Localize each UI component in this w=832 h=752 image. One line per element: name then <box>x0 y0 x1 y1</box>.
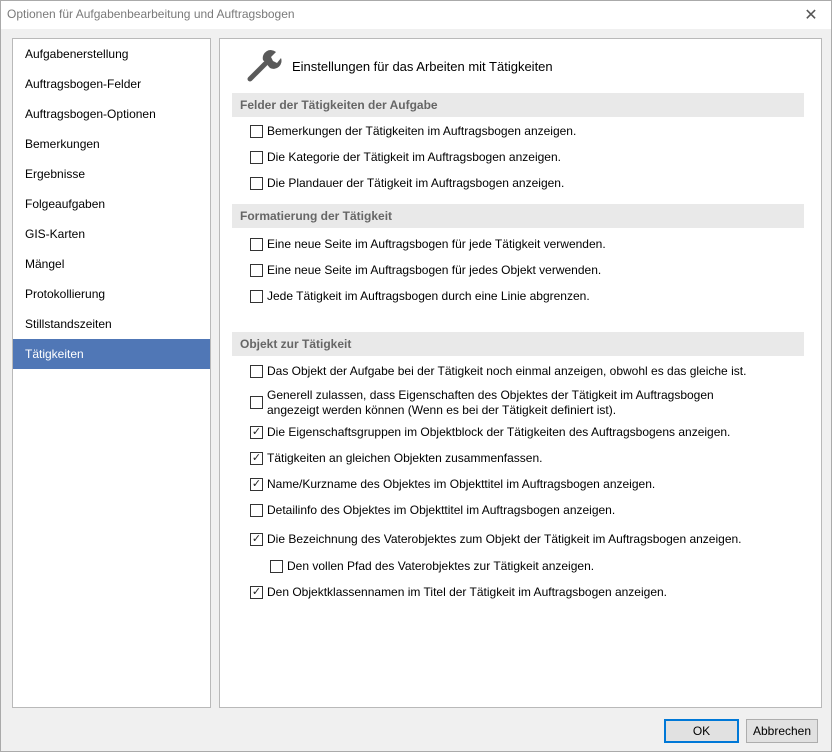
checkbox[interactable] <box>250 125 263 138</box>
sidebar-item-taetigkeiten[interactable]: Tätigkeiten <box>13 339 210 369</box>
option-vaterobjekt[interactable]: ✓ Die Bezeichnung des Vaterobjektes zum O… <box>250 532 742 547</box>
option-label: Bemerkungen der Tätigkeiten im Auftragsb… <box>267 124 577 138</box>
option-objekt-nochmal[interactable]: Das Objekt der Aufgabe bei der Tätigkeit… <box>250 364 746 379</box>
option-eigenschaften-zulassen[interactable]: Generell zulassen, dass Eigenschaften de… <box>250 388 727 418</box>
option-label: Name/Kurzname des Objektes im Objekttite… <box>267 477 656 491</box>
option-objektklassennamen[interactable]: ✓ Den Objektklassennamen im Titel der Tät… <box>250 585 667 600</box>
checkbox[interactable]: ✓ <box>250 478 263 491</box>
checkbox[interactable] <box>250 264 263 277</box>
close-icon[interactable]: ✕ <box>791 1 831 29</box>
section-header-felder: Felder der Tätigkeiten der Aufgabe <box>232 93 804 117</box>
sidebar-item-label: Auftragsbogen-Optionen <box>25 107 156 121</box>
section-header-formatierung: Formatierung der Tätigkeit <box>232 204 804 228</box>
checkbox[interactable]: ✓ <box>250 586 263 599</box>
sidebar-item-label: Protokollierung <box>25 287 106 301</box>
option-kategorie[interactable]: Die Kategorie der Tätigkeit im Auftragsb… <box>250 150 561 165</box>
sidebar-item-label: Bemerkungen <box>25 137 100 151</box>
sidebar-item-label: Mängel <box>25 257 65 271</box>
sidebar-item-label: Tätigkeiten <box>25 347 84 361</box>
sidebar-item-label: Aufgabenerstellung <box>25 47 129 61</box>
option-label: Die Eigenschaftsgruppen im Objektblock d… <box>267 425 731 439</box>
option-label: Tätigkeiten an gleichen Objekten zusamme… <box>267 451 543 465</box>
sidebar-item-label: Ergebnisse <box>25 167 86 181</box>
option-label: Detailinfo des Objektes im Objekttitel i… <box>267 503 616 517</box>
option-voller-pfad[interactable]: Den vollen Pfad des Vaterobjektes zur Tä… <box>270 559 594 574</box>
sidebar-item-stillstandszeiten[interactable]: Stillstandszeiten <box>13 309 210 339</box>
section-header-objekt: Objekt zur Tätigkeit <box>232 332 804 356</box>
cancel-button[interactable]: Abbrechen <box>746 719 818 743</box>
sidebar-item-folgeaufgaben[interactable]: Folgeaufgaben <box>13 189 210 219</box>
panel-header: Einstellungen für das Arbeiten mit Tätig… <box>246 49 553 83</box>
option-label: Die Plandauer der Tätigkeit im Auftragsb… <box>267 176 565 190</box>
sidebar-item-ergebnisse[interactable]: Ergebnisse <box>13 159 210 189</box>
checkbox[interactable]: ✓ <box>250 533 263 546</box>
sidebar-item-label: Folgeaufgaben <box>25 197 106 211</box>
checkbox[interactable] <box>250 504 263 517</box>
sidebar: Aufgabenerstellung Auftragsbogen-Felder … <box>12 38 211 708</box>
checkbox[interactable] <box>250 238 263 251</box>
sidebar-item-label: Auftragsbogen-Felder <box>25 77 142 91</box>
sidebar-item-gis-karten[interactable]: GIS-Karten <box>13 219 210 249</box>
sidebar-item-aufgabenerstellung[interactable]: Aufgabenerstellung <box>13 39 210 69</box>
settings-panel: Einstellungen für das Arbeiten mit Tätig… <box>219 38 822 708</box>
checkbox[interactable] <box>250 396 263 409</box>
panel-title: Einstellungen für das Arbeiten mit Tätig… <box>292 58 553 74</box>
sidebar-item-maengel[interactable]: Mängel <box>13 249 210 279</box>
option-plandauer[interactable]: Die Plandauer der Tätigkeit im Auftragsb… <box>250 176 564 191</box>
checkbox[interactable] <box>270 560 283 573</box>
option-detailinfo[interactable]: Detailinfo des Objektes im Objekttitel i… <box>250 503 615 518</box>
checkbox[interactable] <box>250 151 263 164</box>
checkbox[interactable] <box>250 290 263 303</box>
sidebar-item-auftragsbogen-felder[interactable]: Auftragsbogen-Felder <box>13 69 210 99</box>
checkbox[interactable]: ✓ <box>250 452 263 465</box>
option-name-kurzname[interactable]: ✓ Name/Kurzname des Objektes im Objekttit… <box>250 477 655 492</box>
option-label: Jede Tätigkeit im Auftragsbogen durch ei… <box>267 289 590 303</box>
checkbox[interactable] <box>250 177 263 190</box>
option-linie-abgrenzen[interactable]: Jede Tätigkeit im Auftragsbogen durch ei… <box>250 289 590 304</box>
sidebar-item-label: Stillstandszeiten <box>25 317 112 331</box>
window-title: Optionen für Aufgabenbearbeitung und Auf… <box>7 7 295 21</box>
option-label: Die Bezeichnung des Vaterobjektes zum Ob… <box>267 532 742 546</box>
sidebar-item-protokollierung[interactable]: Protokollierung <box>13 279 210 309</box>
checkbox[interactable] <box>250 365 263 378</box>
option-zusammenfassen[interactable]: ✓ Tätigkeiten an gleichen Objekten zusamm… <box>250 451 543 466</box>
option-label: Eine neue Seite im Auftragsbogen für jed… <box>267 263 602 277</box>
option-label: Den vollen Pfad des Vaterobjektes zur Tä… <box>287 559 595 573</box>
option-label: Das Objekt der Aufgabe bei der Tätigkeit… <box>267 364 747 378</box>
options-dialog: Optionen für Aufgabenbearbeitung und Auf… <box>0 0 832 752</box>
checkbox[interactable]: ✓ <box>250 426 263 439</box>
option-label: Eine neue Seite im Auftragsbogen für jed… <box>267 237 606 251</box>
option-bemerkungen[interactable]: Bemerkungen der Tätigkeiten im Auftragsb… <box>250 124 576 139</box>
option-eigenschaftsgruppen[interactable]: ✓ Die Eigenschaftsgruppen im Objektblock … <box>250 425 730 440</box>
option-label: Generell zulassen, dass Eigenschaften de… <box>267 388 714 417</box>
option-neue-seite-objekt[interactable]: Eine neue Seite im Auftragsbogen für jed… <box>250 263 601 278</box>
option-label: Die Kategorie der Tätigkeit im Auftragsb… <box>267 150 561 164</box>
sidebar-item-label: GIS-Karten <box>25 227 86 241</box>
ok-button[interactable]: OK <box>664 719 739 743</box>
wrench-icon <box>247 50 282 82</box>
option-neue-seite-taetigkeit[interactable]: Eine neue Seite im Auftragsbogen für jed… <box>250 237 606 252</box>
title-bar: Optionen für Aufgabenbearbeitung und Auf… <box>1 1 831 29</box>
sidebar-item-auftragsbogen-optionen[interactable]: Auftragsbogen-Optionen <box>13 99 210 129</box>
option-label: Den Objektklassennamen im Titel der Täti… <box>267 585 667 599</box>
sidebar-item-bemerkungen[interactable]: Bemerkungen <box>13 129 210 159</box>
